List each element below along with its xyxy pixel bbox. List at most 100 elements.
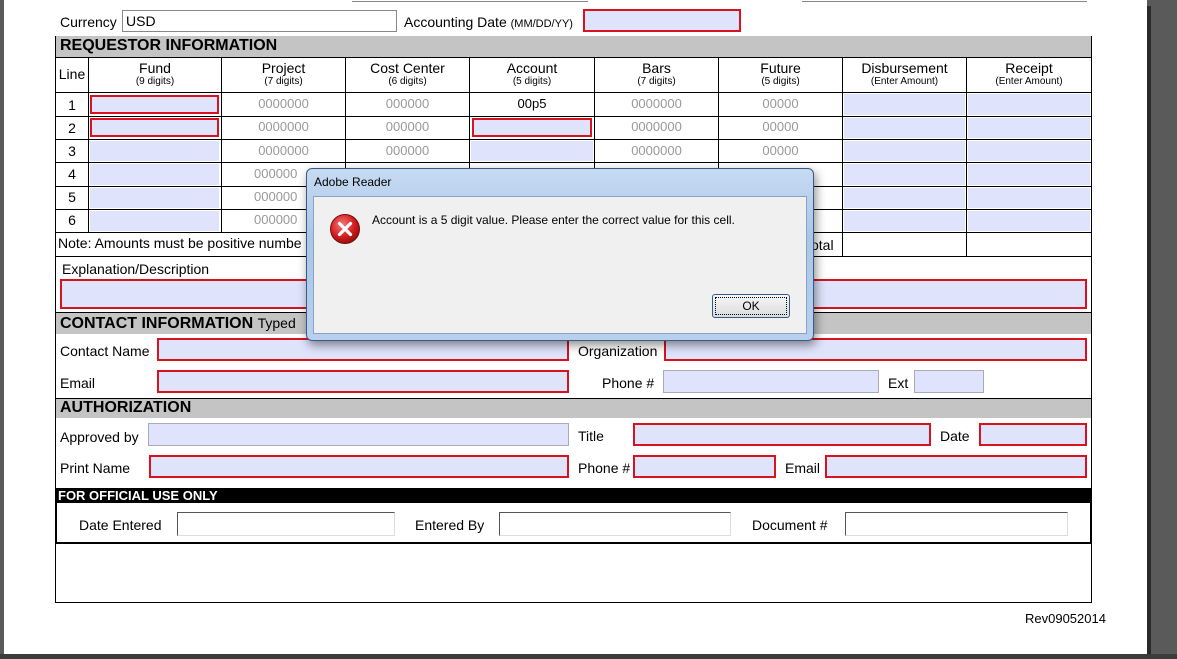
top-left-field[interactable] [352, 0, 588, 2]
cost-center-cell[interactable]: 000000 [346, 143, 469, 159]
explanation-label: Explanation/Description [62, 261, 210, 277]
fund-field[interactable] [90, 141, 219, 161]
dialog-message: Account is a 5 digit value. Please enter… [372, 213, 735, 227]
project-cell[interactable]: 000000 [254, 212, 297, 228]
amounts-note: Note: Amounts must be positive numbe [58, 235, 302, 251]
project-cell[interactable]: 000000 [254, 166, 297, 182]
line-number: 3 [68, 143, 76, 159]
ext-label: Ext [888, 375, 909, 391]
title-label: Title [578, 428, 604, 444]
receipt-field[interactable] [968, 188, 1090, 208]
entered-by-field[interactable] [499, 512, 731, 536]
bars-cell[interactable]: 0000000 [595, 96, 718, 112]
col-disbursement: Disbursement (Enter Amount) [861, 60, 948, 87]
col-account: Account (5 digits) [506, 60, 558, 87]
disbursement-field[interactable] [844, 118, 965, 138]
entered-by-label: Entered By [415, 517, 485, 533]
auth-email-label: Email [785, 460, 821, 476]
fund-field[interactable] [90, 164, 219, 185]
authorization-section-header: AUTHORIZATION [56, 399, 1091, 418]
project-cell[interactable]: 0000000 [222, 143, 345, 159]
future-cell[interactable]: 00000 [719, 119, 842, 135]
line-number: 2 [68, 120, 76, 136]
col-cost-center: Cost Center (6 digits) [370, 60, 445, 87]
contact-name-label: Contact Name [60, 343, 150, 359]
fund-field[interactable] [90, 118, 219, 137]
project-cell[interactable]: 000000 [254, 189, 297, 205]
window-bottom-edge [0, 654, 1177, 659]
disbursement-field[interactable] [844, 94, 965, 115]
date-entered-label: Date Entered [79, 517, 162, 533]
ext-field[interactable] [914, 370, 984, 393]
top-right-field[interactable] [802, 0, 1087, 2]
future-cell[interactable]: 00000 [719, 96, 842, 112]
account-cell[interactable]: 00p5 [470, 96, 594, 112]
line-number: 4 [68, 166, 76, 182]
dialog-title: Adobe Reader [314, 175, 392, 189]
auth-phone-label: Phone # [578, 460, 631, 476]
currency-field[interactable]: USD [122, 10, 397, 32]
disbursement-field[interactable] [844, 211, 965, 231]
date-label: Date [940, 428, 970, 444]
form-footer-box [55, 544, 1092, 603]
future-cell[interactable]: 00000 [719, 143, 842, 159]
dialog-body: Account is a 5 digit value. Please enter… [313, 196, 807, 334]
receipt-field[interactable] [968, 94, 1090, 115]
approved-by-field[interactable] [148, 423, 569, 446]
receipt-field[interactable] [968, 164, 1090, 185]
phone-field[interactable] [663, 370, 879, 393]
print-name-label: Print Name [60, 460, 131, 476]
email-field[interactable] [157, 370, 569, 393]
adobe-reader-dialog: Adobe Reader Account is a 5 digit value.… [306, 168, 814, 341]
disbursement-field[interactable] [844, 141, 965, 161]
col-bars: Bars (7 digits) [637, 60, 676, 87]
account-field-invalid[interactable] [472, 118, 592, 137]
col-project: Project (7 digits) [261, 60, 306, 87]
cost-center-cell[interactable]: 000000 [346, 119, 469, 135]
line-number: 5 [68, 189, 76, 205]
bars-cell[interactable]: 0000000 [595, 143, 718, 159]
organization-field[interactable] [664, 338, 1087, 361]
date-entered-field[interactable] [177, 512, 395, 536]
col-future: Future (5 digits) [760, 60, 801, 87]
col-receipt: Receipt (Enter Amount) [995, 60, 1063, 87]
revision-label: Rev09052014 [1025, 611, 1106, 626]
cost-center-cell[interactable]: 000000 [346, 96, 469, 112]
receipt-field[interactable] [968, 211, 1090, 231]
date-field[interactable] [979, 423, 1087, 446]
bars-cell[interactable]: 0000000 [595, 119, 718, 135]
col-fund: Fund (9 digits) [135, 60, 175, 87]
currency-label: Currency [60, 14, 117, 30]
project-cell[interactable]: 0000000 [222, 119, 345, 135]
requestor-section-header: REQUESTOR INFORMATION [56, 36, 1091, 57]
print-name-field[interactable] [149, 455, 569, 478]
account-field[interactable] [471, 141, 593, 161]
fund-field[interactable] [90, 188, 219, 208]
col-line: Line [58, 66, 86, 82]
disbursement-field[interactable] [844, 164, 965, 185]
disbursement-field[interactable] [844, 188, 965, 208]
currency-value: USD [126, 13, 156, 29]
fund-field[interactable] [90, 95, 219, 114]
contact-name-field[interactable] [157, 338, 569, 361]
email-label: Email [60, 375, 96, 391]
auth-email-field[interactable] [825, 455, 1087, 478]
auth-phone-field[interactable] [633, 455, 776, 478]
approved-by-label: Approved by [60, 429, 139, 445]
ok-button[interactable]: OK [712, 294, 790, 318]
title-field[interactable] [633, 423, 931, 446]
fund-field[interactable] [90, 211, 219, 231]
receipt-field[interactable] [968, 141, 1090, 161]
error-icon [330, 214, 360, 244]
line-number: 1 [68, 97, 76, 113]
receipt-field[interactable] [968, 118, 1090, 138]
phone-label: Phone # [602, 375, 655, 391]
organization-label: Organization [578, 343, 658, 359]
accounting-date-field[interactable] [583, 9, 741, 32]
project-cell[interactable]: 0000000 [222, 96, 345, 112]
document-number-label: Document # [752, 517, 828, 533]
document-number-field[interactable] [845, 512, 1068, 536]
accounting-date-label: Accounting Date (MM/DD/YY) [404, 14, 573, 30]
page-shadow [1147, 6, 1151, 654]
official-use-header: FOR OFFICIAL USE ONLY [55, 488, 1092, 503]
